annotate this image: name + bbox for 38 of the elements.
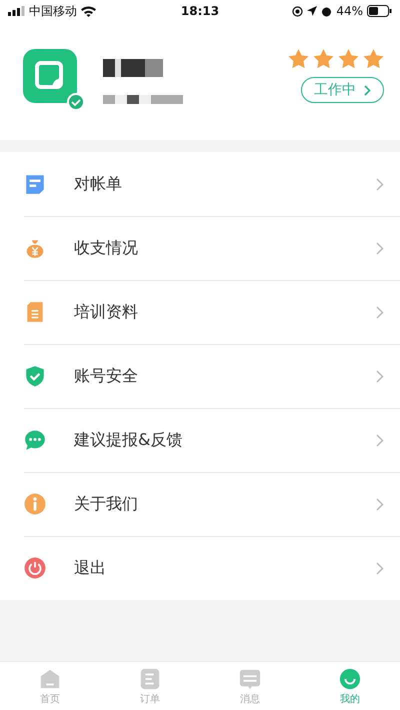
app-logo: [23, 49, 77, 103]
clock-time: 18:13: [180, 4, 220, 18]
menu-item[interactable]: 关于我们: [0, 472, 400, 536]
chevron-icon: [376, 498, 384, 510]
star-icon: [288, 49, 309, 69]
chevron-icon: [376, 370, 384, 382]
menu-item[interactable]: 建议提报&反馈: [0, 408, 400, 472]
menu-item[interactable]: 培训资料: [0, 280, 400, 344]
menu-item[interactable]: 对帐单: [0, 152, 400, 216]
pixelated-name: [103, 58, 163, 76]
message-icon: [239, 668, 261, 690]
shield-icon: [24, 365, 46, 387]
chat-icon: [24, 429, 46, 451]
info-icon: [24, 493, 46, 515]
wifi-icon: [81, 6, 96, 16]
lock-rotation-icon: [292, 6, 304, 16]
chevron-icon: [376, 562, 384, 574]
menu-item[interactable]: 退出: [0, 536, 400, 600]
smile-icon: [339, 668, 361, 690]
signal-icon: [8, 6, 25, 16]
star-icon: [313, 49, 334, 69]
star-icon: [338, 49, 359, 69]
chevron-icon: [376, 242, 384, 254]
power-icon: [24, 557, 46, 579]
list-icon: [139, 668, 161, 690]
document-icon: [24, 173, 46, 195]
menu-item[interactable]: 收支情况: [0, 216, 400, 280]
battery-percent: 44%: [336, 4, 363, 18]
home-icon: [39, 668, 61, 690]
battery-icon: [366, 5, 392, 17]
chevron-icon: [376, 178, 384, 190]
carrier-name: 中国移动: [29, 2, 77, 20]
star-icon: [363, 49, 384, 69]
menu-item[interactable]: 账号安全: [0, 344, 400, 408]
chevron-icon: [376, 306, 384, 318]
chevron-icon: [376, 434, 384, 446]
location-icon: [307, 6, 318, 16]
chevron-icon: [364, 84, 371, 96]
